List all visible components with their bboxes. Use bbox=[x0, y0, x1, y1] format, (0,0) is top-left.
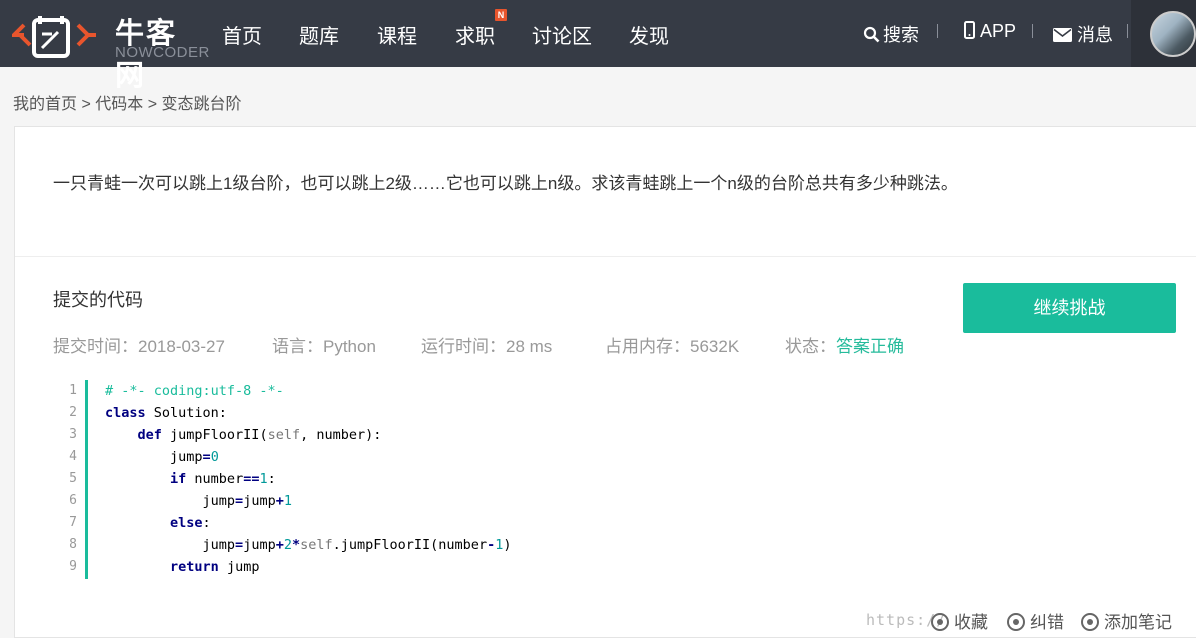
line-number: 4 bbox=[69, 449, 77, 464]
app-link[interactable]: APP bbox=[964, 21, 1016, 42]
report-error-button[interactable]: 纠错 bbox=[1007, 608, 1064, 633]
language: 语言：Python bbox=[272, 332, 376, 357]
breadcrumb-home[interactable]: 我的首页 bbox=[13, 96, 77, 113]
submit-time-value: 2018-03-27 bbox=[138, 337, 225, 356]
line-number: 6 bbox=[69, 493, 77, 508]
action-bar: https:// 收藏 纠错 添加笔记 bbox=[0, 604, 1196, 638]
submit-time: 提交时间：2018-03-27 bbox=[53, 332, 225, 357]
run-time: 运行时间：28 ms bbox=[421, 332, 552, 357]
submitted-code-title: 提交的代码 bbox=[53, 290, 143, 310]
code-lines: # -*- coding:utf-8 -*- class Solution: d… bbox=[105, 380, 512, 578]
nowcoder-logo-icon bbox=[12, 16, 96, 58]
separator bbox=[1032, 24, 1033, 38]
problem-panel: 一只青蛙一次可以跳上1级台阶，也可以跳上2级……它也可以跳上n级。求该青蛙跳上一… bbox=[14, 126, 1196, 638]
mobile-phone-icon bbox=[964, 21, 975, 39]
memory-usage: 占用内存：5632K bbox=[605, 332, 739, 357]
new-badge: N bbox=[495, 9, 507, 21]
separator bbox=[1127, 24, 1128, 38]
envelope-icon bbox=[1053, 28, 1072, 42]
breadcrumb-separator: > bbox=[143, 96, 162, 113]
memory-label: 占用内存： bbox=[605, 337, 690, 356]
messages-link[interactable]: 消息 bbox=[1053, 21, 1113, 47]
search-link[interactable]: 搜索 bbox=[863, 21, 919, 47]
code-line: class Solution: bbox=[105, 405, 227, 421]
code-line: jump=jump+2*self.jumpFloorII(number-1) bbox=[105, 537, 512, 553]
user-avatar[interactable] bbox=[1150, 11, 1196, 57]
note-icon bbox=[1081, 613, 1099, 631]
submit-time-label: 提交时间： bbox=[53, 337, 138, 356]
search-icon bbox=[863, 26, 880, 43]
report-error-label: 纠错 bbox=[1030, 613, 1064, 632]
add-note-label: 添加笔记 bbox=[1104, 613, 1172, 632]
run-time-value: 28 ms bbox=[506, 337, 553, 356]
line-number: 1 bbox=[69, 383, 77, 398]
code-line: if number==1: bbox=[170, 471, 276, 487]
add-note-button[interactable]: 添加笔记 bbox=[1081, 608, 1172, 633]
app-label: APP bbox=[980, 21, 1017, 41]
code-line: jump=0 bbox=[105, 449, 219, 465]
collect-button[interactable]: 收藏 bbox=[931, 608, 988, 633]
nav-jobs[interactable]: 求职 bbox=[455, 20, 495, 49]
collect-label: 收藏 bbox=[954, 613, 988, 632]
status-value: 答案正确 bbox=[836, 337, 904, 356]
logo[interactable]: 牛客网 NOWCODER bbox=[12, 6, 209, 92]
code-line: jump=jump+1 bbox=[105, 493, 292, 509]
line-number: 3 bbox=[69, 427, 77, 442]
run-time-label: 运行时间： bbox=[421, 337, 506, 356]
status-label: 状态： bbox=[785, 337, 836, 356]
nav-home[interactable]: 首页 bbox=[222, 20, 262, 49]
divider bbox=[15, 256, 1196, 257]
code-line: def jumpFloorII(self, number): bbox=[137, 427, 382, 443]
search-label: 搜索 bbox=[883, 25, 919, 45]
line-number-gutter: 1 2 3 4 5 6 7 8 9 bbox=[53, 380, 85, 578]
breadcrumb: 我的首页 > 代码本 > 变态跳台阶 bbox=[13, 90, 242, 114]
nav-discussion[interactable]: 讨论区 bbox=[532, 20, 592, 49]
line-number: 5 bbox=[69, 471, 77, 486]
language-label: 语言： bbox=[272, 337, 323, 356]
code-line: # -*- coding:utf-8 -*- bbox=[105, 383, 284, 399]
nav-question-bank[interactable]: 题库 bbox=[299, 20, 339, 49]
code-accent-bar bbox=[85, 380, 88, 579]
edit-icon bbox=[1007, 613, 1025, 631]
line-number: 9 bbox=[69, 559, 77, 574]
code-line: return jump bbox=[170, 559, 260, 575]
separator bbox=[937, 24, 938, 38]
breadcrumb-codebook[interactable]: 代码本 bbox=[95, 96, 143, 113]
status: 状态：答案正确 bbox=[785, 332, 904, 357]
line-number: 8 bbox=[69, 537, 77, 552]
star-icon bbox=[931, 613, 949, 631]
top-navbar: 牛客网 NOWCODER 首页 题库 课程 求职 N 讨论区 发现 搜索 APP… bbox=[0, 0, 1196, 92]
nav-discover[interactable]: 发现 bbox=[629, 20, 669, 49]
language-value: Python bbox=[323, 337, 376, 356]
code-block: 1 2 3 4 5 6 7 8 9 # -*- coding:utf-8 -*-… bbox=[53, 380, 1153, 580]
memory-value: 5632K bbox=[690, 337, 740, 356]
question-text: 一只青蛙一次可以跳上1级台阶，也可以跳上2级……它也可以跳上n级。求该青蛙跳上一… bbox=[53, 174, 958, 193]
messages-label: 消息 bbox=[1077, 25, 1113, 45]
logo-text-en: NOWCODER bbox=[115, 44, 210, 61]
breadcrumb-separator: > bbox=[77, 96, 96, 113]
code-line: else: bbox=[170, 515, 211, 531]
line-number: 7 bbox=[69, 515, 77, 530]
continue-challenge-button[interactable]: 继续挑战 bbox=[963, 283, 1176, 333]
nav-courses[interactable]: 课程 bbox=[377, 20, 417, 49]
breadcrumb-current: 变态跳台阶 bbox=[161, 96, 242, 113]
line-number: 2 bbox=[69, 405, 77, 420]
